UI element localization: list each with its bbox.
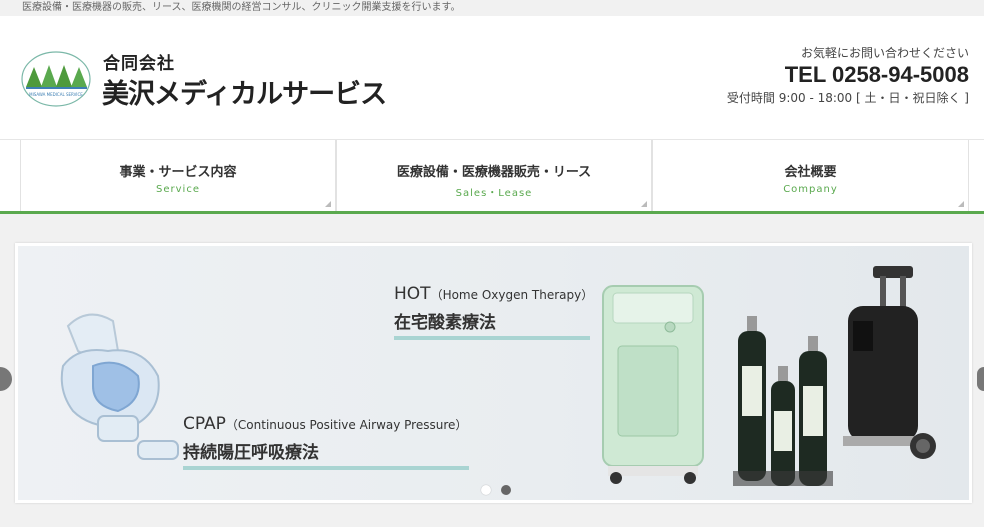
nav-label: 会社概要 — [784, 165, 837, 180]
slider-prev-button[interactable] — [0, 367, 12, 391]
nav-item-service[interactable]: 事業・サービス内容 Service — [20, 140, 336, 211]
slider-next-button[interactable] — [977, 367, 984, 391]
business-hours: 受付時間 9:00 - 18:00 [ 土・日・祝日除く ] — [726, 91, 969, 105]
oxygen-concentrator-image — [602, 285, 704, 484]
hero-slider: HOT（Home Oxygen Therapy） 在宅酸素療法 CPAP（Con… — [15, 243, 972, 503]
caption-hot-jp: 在宅酸素療法 — [394, 313, 496, 333]
caption-underline — [183, 466, 469, 470]
slider-pagination — [481, 480, 516, 499]
nav-label: 事業・サービス内容 — [119, 165, 237, 180]
corner-triangle-icon — [958, 201, 964, 207]
portable-oxygen-cart-image — [843, 266, 936, 459]
slide: HOT（Home Oxygen Therapy） 在宅酸素療法 CPAP（Con… — [18, 246, 969, 500]
company-type: 合同会社 — [103, 54, 175, 74]
nav-sublabel: Company — [783, 184, 838, 195]
caption-hot-en: HOT（Home Oxygen Therapy） — [394, 284, 594, 304]
nav-label: 医療設備・医療機器販売・リース — [396, 165, 592, 180]
caption-cpap-en: CPAP（Continuous Positive Airway Pressure… — [183, 414, 468, 434]
nav-sublabel: Service — [156, 184, 200, 195]
logo-mark-icon: MISAWA MEDICAL SERVICE — [21, 51, 91, 107]
tagline-text: 医療設備・医療機器の販売、リース、医療機関の経営コンサル、クリニック開業支援を行… — [22, 2, 461, 13]
nav-sublabel: Sales・Lease — [455, 188, 533, 199]
oxygen-cylinders-image — [733, 316, 833, 486]
nav-item-company[interactable]: 会社概要 Company — [652, 140, 969, 211]
top-tagline-bar: 医療設備・医療機器の販売、リース、医療機関の経営コンサル、クリニック開業支援を行… — [0, 0, 984, 16]
contact-info: お気軽にお問い合わせください TEL 0258-94-5008 受付時間 9:0… — [669, 44, 969, 106]
caption-hot: HOT（Home Oxygen Therapy） 在宅酸素療法 — [394, 284, 593, 340]
company-name: 美沢メディカルサービス — [102, 79, 387, 110]
contact-lead: お気軽にお問い合わせください — [800, 46, 969, 60]
caption-cpap: CPAP（Continuous Positive Airway Pressure… — [183, 414, 469, 470]
phone-number[interactable]: TEL 0258-94-5008 — [669, 62, 969, 88]
site-logo[interactable]: MISAWA MEDICAL SERVICE 合同会社 美沢メディカルサービス — [20, 47, 387, 111]
slider-dot-2[interactable] — [501, 485, 512, 495]
svg-text:MISAWA MEDICAL SERVICE: MISAWA MEDICAL SERVICE — [29, 92, 83, 97]
corner-triangle-icon — [325, 201, 331, 207]
site-header: MISAWA MEDICAL SERVICE 合同会社 美沢メディカルサービス … — [0, 16, 984, 140]
cpap-mask-image — [60, 313, 179, 460]
corner-triangle-icon — [641, 201, 647, 207]
slider-dot-1[interactable] — [481, 485, 491, 495]
global-nav: 事業・サービス内容 Service 医療設備・医療機器販売・リース Sales・… — [0, 140, 984, 214]
nav-item-sales-lease[interactable]: 医療設備・医療機器販売・リース Sales・Lease — [336, 140, 652, 211]
caption-underline — [394, 336, 590, 340]
caption-cpap-jp: 持続陽圧呼吸療法 — [183, 443, 319, 463]
